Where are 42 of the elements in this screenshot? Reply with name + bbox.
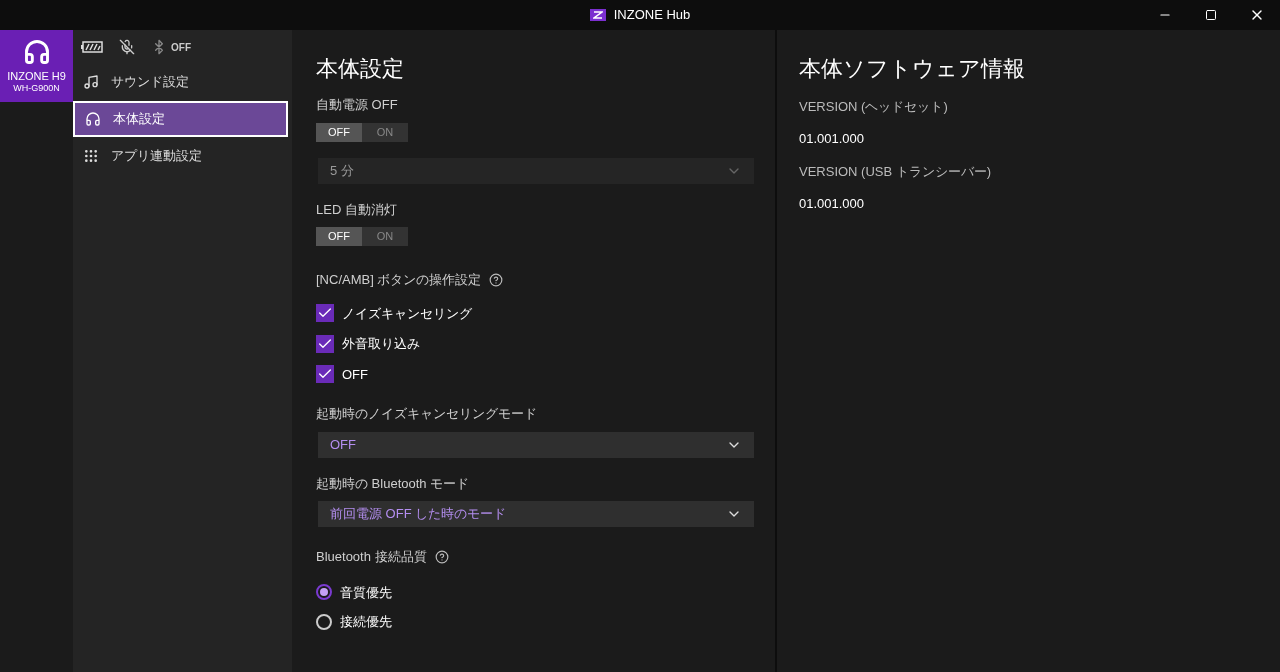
app-logo-icon [589, 9, 606, 21]
window-title: INZONE Hub [613, 6, 691, 25]
nav-item[interactable]: アプリ連動設定 [73, 138, 288, 174]
setting-label: Bluetooth 接続品質 [316, 548, 427, 566]
checkbox-label: ノイズキャンセリング [342, 304, 472, 323]
dropdown[interactable]: OFF [318, 431, 754, 458]
radio-label: 接続優先 [340, 613, 392, 631]
version-value: 01.001.000 [799, 129, 866, 148]
checkbox[interactable] [316, 334, 334, 353]
setting-label: [NC/AMB] ボタンの操作設定 [316, 271, 482, 289]
maximize-icon [1205, 9, 1217, 21]
checkbox-label: OFF [342, 365, 368, 384]
device-tab[interactable]: INZONE H9 WH-G900N [0, 30, 73, 102]
battery-icon [81, 41, 103, 53]
page-title: 本体設定 [316, 55, 405, 83]
setting-label: 起動時の Bluetooth モード [316, 474, 471, 493]
help-icon[interactable] [434, 549, 449, 564]
setting-label: 自動電源 OFF [316, 96, 399, 114]
version-value: 01.001.000 [799, 194, 866, 213]
radio-label: 音質優先 [340, 583, 392, 602]
version-label: VERSION (USB トランシーバー) [799, 163, 993, 181]
nav-item[interactable]: 本体設定 [73, 101, 288, 137]
setting-label: 起動時のノイズキャンセリングモード [316, 405, 538, 423]
info-title: 本体ソフトウェア情報 [799, 55, 1026, 83]
version-label: VERSION (ヘッドセット) [799, 98, 949, 116]
dropdown[interactable]: 前回電源 OFF した時のモード [318, 501, 754, 527]
bluetooth-status: OFF [171, 40, 191, 55]
checkbox-label: 外音取り込み [342, 335, 420, 353]
toggle-option[interactable]: ON [362, 122, 408, 142]
toggle-option[interactable]: OFF [316, 122, 362, 142]
music-note-icon [83, 74, 99, 90]
nav-item[interactable]: サウンド設定 [73, 64, 288, 100]
radio-button[interactable] [316, 584, 332, 601]
toggle-option[interactable]: ON [362, 227, 408, 246]
setting-label: LED 自動消灯 [316, 200, 398, 219]
toggle-option[interactable]: OFF [316, 227, 362, 246]
help-icon[interactable] [489, 272, 504, 287]
grid-icon [83, 148, 99, 164]
headphones-icon [85, 111, 101, 127]
checkbox[interactable] [316, 365, 334, 384]
headset-icon [22, 37, 51, 66]
checkbox[interactable] [316, 304, 334, 323]
